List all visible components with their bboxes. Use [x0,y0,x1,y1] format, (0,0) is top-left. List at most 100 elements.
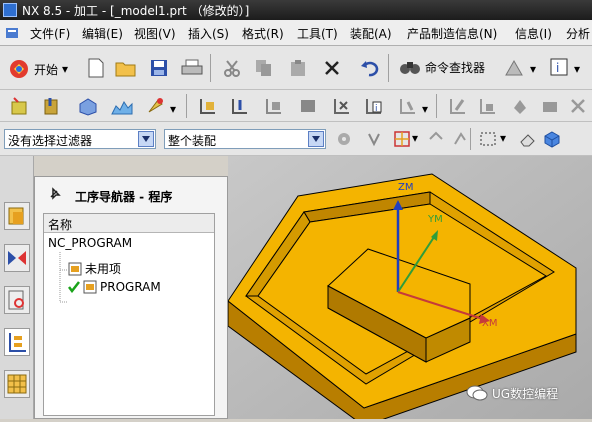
resource-tab-part[interactable] [4,286,30,314]
axis-label-y: YM [428,214,443,225]
resource-tab-operation-navigator[interactable] [4,328,30,356]
select-feature-button[interactable] [362,127,386,151]
fan-button[interactable] [502,56,526,80]
create-operation-icon [148,98,163,113]
column-header-name[interactable]: 名称 [44,214,214,233]
help-dropdown-icon[interactable]: ▾ [574,62,580,76]
tree-item-program[interactable]: PROGRAM [68,280,161,294]
paste-icon [291,60,305,76]
edit-object-button[interactable] [446,94,470,118]
toolbar-separator [470,128,471,150]
svg-text:i: i [556,61,559,75]
assembly-navigator-icon [8,207,24,225]
verify-dropdown-icon[interactable]: ▾ [422,102,428,116]
menu-format[interactable]: 格式(R) [242,25,284,42]
cut-object-button[interactable] [476,94,500,118]
library-grid-icon [7,374,27,394]
toolbar-separator [388,54,389,82]
operation-navigator-panel: 工序导航器 - 程序 名称 NC_PROGRAM 未用项 PROGRAM [34,176,228,419]
menu-view[interactable]: 视图(V) [134,25,176,42]
axis-label-x: XM [482,318,498,329]
shaded-view-button[interactable] [540,127,564,151]
copy-icon [256,60,271,76]
command-finder-button[interactable]: 命令查找器 [399,58,485,76]
menu-file[interactable]: 文件(F) [30,25,70,42]
create-method-icon [111,101,133,115]
select-body-button[interactable] [448,127,472,151]
tree-item-unused[interactable]: 未用项 [68,260,121,277]
method-view-button[interactable] [296,94,320,118]
verify-button[interactable] [396,94,420,118]
geometry-view-icon [266,99,281,114]
selection-filter-chevron-down-icon[interactable] [138,131,154,147]
operation-dropdown-icon[interactable]: ▾ [170,102,176,116]
menu-assembly[interactable]: 装配(A) [350,25,392,42]
create-program-button[interactable] [8,94,32,118]
open-button[interactable] [114,56,138,80]
assembly-scope-select[interactable]: 整个装配 [164,129,326,149]
snap-point-button[interactable] [390,127,414,151]
menu-insert[interactable]: 插入(S) [188,25,229,42]
snap-dropdown-icon[interactable]: ▾ [412,131,418,145]
show-hide-button[interactable] [516,127,540,151]
menu-analysis[interactable]: 分析 [566,25,590,42]
copy-object-button[interactable] [508,94,532,118]
cut-button[interactable] [220,56,244,80]
save-icon [151,60,167,76]
pin-icon[interactable] [47,187,61,201]
more-dropdown-icon[interactable]: ▾ [530,62,536,76]
create-operation-button[interactable] [144,94,168,118]
selection-filter-value: 没有选择过滤器 [8,134,93,148]
open-folder-icon [115,62,136,77]
undo-icon [361,61,379,77]
generate-path-button[interactable] [330,94,354,118]
watermark-text: UG数控编程 [492,386,559,401]
create-method-button[interactable] [110,94,134,118]
window-title: NX 8.5 - 加工 - [_model1.prt （修改的）] [22,4,250,18]
tool-info-button[interactable]: i [362,94,386,118]
part-model[interactable] [227,156,592,422]
tree-item-nc-program[interactable]: NC_PROGRAM [48,236,132,250]
resource-tab-library[interactable] [4,370,30,398]
navigator-header: 工序导航器 - 程序 [35,177,227,211]
menu-pmi[interactable]: 产品制造信息(N) [407,25,497,42]
graphics-viewport[interactable]: ZM YM XM [227,156,592,422]
menu-information[interactable]: 信息(I) [515,25,552,42]
geometry-view-button[interactable] [262,94,286,118]
program-group-icon [68,262,82,275]
delete-object-button[interactable] [566,94,590,118]
rectangle-dropdown-icon[interactable]: ▾ [500,131,506,145]
command-finder-label: 命令查找器 [425,60,486,75]
program-view-button[interactable] [196,94,220,118]
undo-button[interactable] [358,56,382,80]
delete-button[interactable] [320,56,344,80]
edit-object-icon [450,99,465,114]
select-face-button[interactable] [424,127,448,151]
save-button[interactable] [147,56,171,80]
machine-tool-view-button[interactable] [228,94,252,118]
info-icon: i [550,58,568,76]
resource-tab-constraint[interactable] [4,244,30,272]
paste-button[interactable] [286,56,310,80]
start-button[interactable]: 开始 ▾ [8,58,68,80]
operation-navigator-icon [9,333,26,352]
help-info-button[interactable]: i [548,56,572,80]
toolbar-separator [186,94,187,118]
create-geometry-button[interactable] [76,94,100,118]
rectangle-select-button[interactable] [476,127,500,151]
menu-edit[interactable]: 编辑(E) [82,25,123,42]
assembly-scope-chevron-down-icon[interactable] [308,131,324,147]
new-file-button[interactable] [84,56,108,80]
filter-options-button[interactable] [332,127,356,151]
paste-object-button[interactable] [538,94,562,118]
dashed-rectangle-icon [480,132,496,146]
part-navigator-icon [8,290,24,310]
print-button[interactable] [180,56,204,80]
selection-filter-select[interactable]: 没有选择过滤器 [4,129,156,149]
create-tool-button[interactable] [40,94,64,118]
resource-tab-assembly[interactable] [4,202,30,230]
menu-tools[interactable]: 工具(T) [297,25,338,42]
tool-info-icon: i [366,99,382,114]
copy-button[interactable] [252,56,276,80]
wechat-logo-icon [466,385,488,401]
